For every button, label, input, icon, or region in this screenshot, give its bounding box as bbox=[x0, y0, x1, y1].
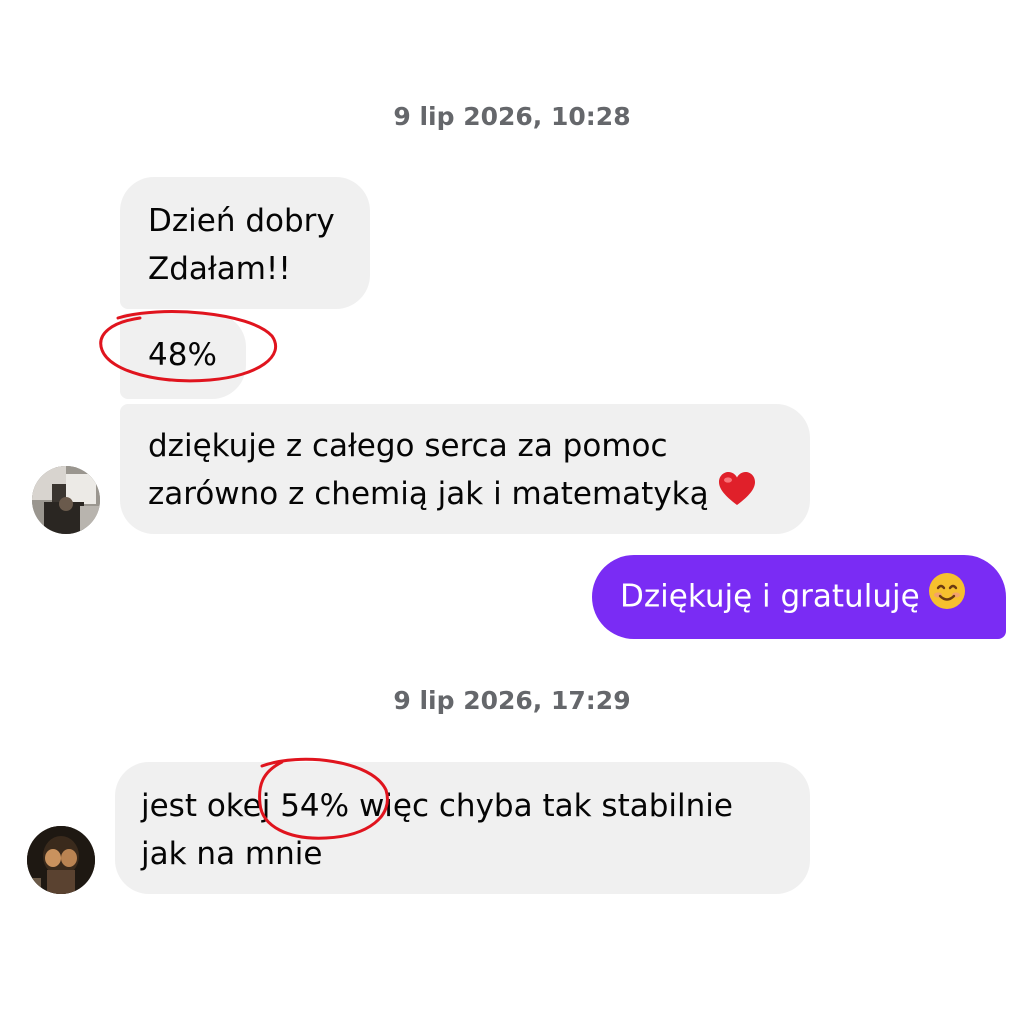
contact-avatar[interactable] bbox=[32, 466, 100, 534]
message-text: jak na mnie bbox=[141, 836, 323, 872]
contact-avatar[interactable] bbox=[27, 826, 95, 894]
chat-thread: 9 lip 2026, 10:28 Dzień dobry Zdałam!! 4… bbox=[0, 0, 1024, 1024]
incoming-message-bubble[interactable]: dziękuje z całego serca za pomoc zarówno… bbox=[120, 404, 810, 534]
timestamp-divider: 9 lip 2026, 10:28 bbox=[393, 102, 631, 131]
message-text: 48% bbox=[148, 337, 217, 373]
message-text: dziękuje z całego serca za pomoc bbox=[148, 428, 668, 464]
smiling-face-emoji-icon bbox=[928, 572, 966, 624]
message-text: Zdałam!! bbox=[148, 251, 291, 287]
incoming-message-bubble[interactable]: 48% bbox=[120, 313, 246, 399]
incoming-message-bubble[interactable]: jest okej 54% więc chyba tak stabilnie j… bbox=[115, 762, 810, 894]
message-text: jest okej 54% więc chyba tak stabilnie bbox=[141, 788, 733, 824]
message-text: Dzień dobry bbox=[148, 203, 335, 239]
incoming-message-bubble[interactable]: Dzień dobry Zdałam!! bbox=[120, 177, 370, 309]
message-text: Dziękuję i gratuluję bbox=[620, 578, 920, 615]
timestamp-divider: 9 lip 2026, 17:29 bbox=[393, 686, 631, 715]
heart-emoji-icon bbox=[717, 471, 757, 521]
message-text: zarówno z chemią jak i matematyką bbox=[148, 476, 709, 512]
outgoing-message-bubble[interactable]: Dziękuję i gratuluję bbox=[592, 555, 1006, 639]
